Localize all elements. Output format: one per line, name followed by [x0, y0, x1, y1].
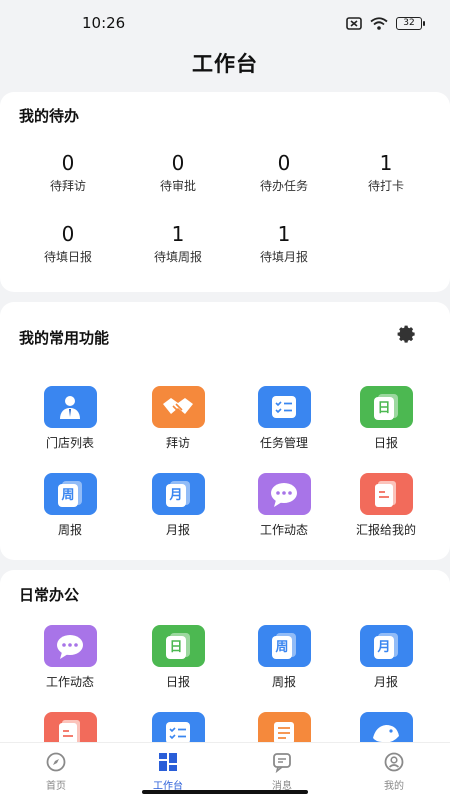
message-icon [271, 751, 293, 774]
daily-report-icon: 日 [359, 386, 413, 428]
todo-count: 1 [277, 222, 291, 246]
wifi-icon [370, 16, 388, 30]
favorite-tile[interactable]: 工作动态 [229, 473, 339, 538]
favorite-tile[interactable]: 周周报 [15, 473, 125, 538]
favorite-tile[interactable]: 门店列表 [15, 386, 125, 451]
office-tile[interactable]: 月月报 [331, 625, 441, 690]
tab-compass[interactable]: 首页 [16, 751, 96, 792]
favorite-label: 日报 [373, 436, 398, 450]
todo-count: 1 [379, 151, 393, 175]
todo-card: 我的待办 0 待拜访 0 待审批 0 待办任务 1 待打卡 0 待填日报 1 待填周报 1 待填月报 [0, 92, 450, 292]
office-tile[interactable]: 周周报 [229, 625, 339, 690]
tab-profile[interactable]: 我的 [354, 751, 434, 792]
favorite-label: 月报 [165, 523, 190, 537]
tab-message[interactable]: 消息 [242, 751, 322, 792]
office-label: 周报 [271, 675, 296, 689]
todo-title: 我的待办 [19, 107, 80, 125]
report-to-me-icon [359, 473, 413, 515]
todo-label: 待拜访 [49, 179, 86, 193]
office-tile[interactable]: 工作动态 [15, 625, 125, 690]
favorite-label: 汇报给我的 [355, 523, 416, 537]
chat-icon [257, 473, 311, 515]
office-label: 工作动态 [45, 675, 94, 689]
favorite-label: 任务管理 [259, 436, 308, 450]
page-title: 工作台 [192, 52, 258, 76]
icon-glyph: 周 [275, 640, 289, 655]
todo-item[interactable]: 0 待填日报 [13, 222, 123, 265]
todo-item[interactable]: 1 待填月报 [229, 222, 339, 265]
tab-dashboard[interactable]: 工作台 [128, 751, 208, 792]
handshake-icon [151, 386, 205, 428]
todo-label: 待填日报 [43, 250, 92, 264]
compass-icon [45, 751, 67, 773]
status-icons: 32 [346, 16, 425, 30]
chat-icon [43, 625, 97, 667]
favorite-label: 工作动态 [259, 523, 308, 537]
office-label: 日报 [165, 675, 190, 689]
todo-count: 0 [171, 151, 185, 175]
todo-count: 0 [277, 151, 291, 175]
mute-icon [346, 16, 362, 30]
office-tile[interactable]: 日日报 [123, 625, 233, 690]
office-title: 日常办公 [19, 586, 80, 604]
status-time: 10:26 [82, 14, 126, 32]
weekly-report-icon: 周 [257, 625, 311, 667]
todo-item[interactable]: 0 待拜访 [13, 151, 123, 194]
favorite-tile[interactable]: 汇报给我的 [331, 473, 441, 538]
todo-label: 待填月报 [259, 250, 308, 264]
tab-label: 首页 [46, 781, 66, 792]
todo-label: 待审批 [159, 179, 196, 193]
favorite-label: 门店列表 [45, 436, 94, 450]
task-icon [257, 386, 311, 428]
icon-glyph: 月 [377, 640, 391, 655]
favorite-tile[interactable]: 日日报 [331, 386, 441, 451]
todo-item[interactable]: 1 待打卡 [331, 151, 441, 194]
todo-count: 0 [61, 222, 75, 246]
todo-item[interactable]: 0 待审批 [123, 151, 233, 194]
todo-count: 0 [61, 151, 75, 175]
favorite-label: 拜访 [165, 436, 190, 450]
favorites-card: 我的常用功能 门店列表 拜访 任务管理日日报周周报月月报 工作动态 汇报给我的 [0, 302, 450, 560]
profile-icon [383, 751, 405, 773]
settings-gear-icon[interactable] [396, 324, 418, 346]
favorite-tile[interactable]: 拜访 [123, 386, 233, 451]
office-label: 月报 [373, 675, 398, 689]
todo-label: 待打卡 [367, 179, 404, 193]
favorite-tile[interactable]: 月月报 [123, 473, 233, 538]
favorite-tile[interactable]: 任务管理 [229, 386, 339, 451]
status-bar: 10:26 32 [0, 0, 450, 46]
todo-label: 待办任务 [259, 179, 308, 193]
todo-label: 待填周报 [153, 250, 202, 264]
dashboard-icon [157, 751, 179, 773]
store-list-icon [43, 386, 97, 428]
icon-glyph: 周 [61, 488, 75, 503]
weekly-report-icon: 周 [43, 473, 97, 515]
icon-glyph: 日 [169, 640, 183, 655]
daily-report-icon: 日 [151, 625, 205, 667]
tab-label: 我的 [384, 781, 404, 792]
icon-glyph: 日 [377, 401, 391, 416]
icon-glyph: 月 [169, 488, 183, 503]
favorites-title: 我的常用功能 [19, 329, 110, 347]
todo-count: 1 [171, 222, 185, 246]
monthly-report-icon: 月 [151, 473, 205, 515]
favorite-label: 周报 [57, 523, 82, 537]
todo-item[interactable]: 0 待办任务 [229, 151, 339, 194]
office-card: 日常办公 工作动态日日报周周报月月报 [0, 570, 450, 770]
monthly-report-icon: 月 [359, 625, 413, 667]
battery-icon: 32 [396, 16, 425, 30]
todo-item[interactable]: 1 待填周报 [123, 222, 233, 265]
home-indicator [142, 790, 308, 794]
